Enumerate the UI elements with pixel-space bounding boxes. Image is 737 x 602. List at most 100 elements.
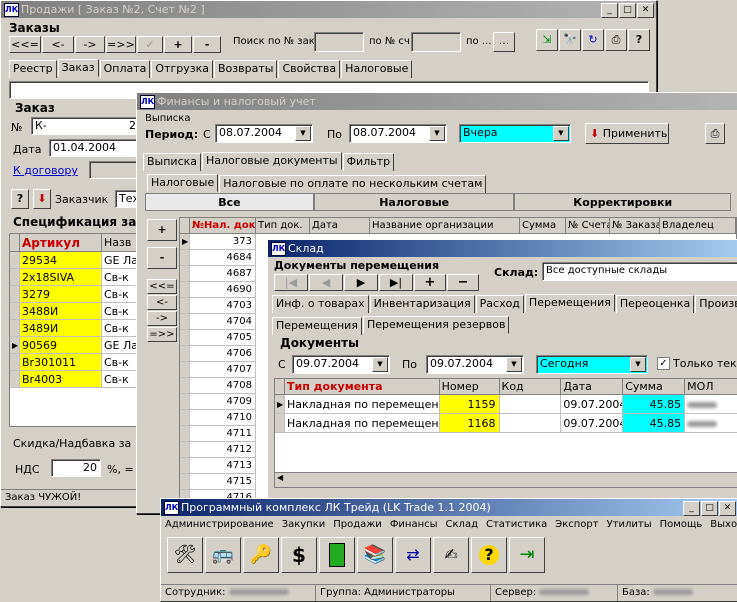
books-icon[interactable]: 📚 bbox=[357, 537, 393, 573]
finance-titlebar[interactable]: ЛК Финансы и налоговый учет bbox=[137, 93, 737, 110]
next-button[interactable]: -> bbox=[75, 36, 105, 53]
band-tax[interactable]: Налоговые bbox=[313, 193, 515, 211]
col-order-num[interactable]: № Заказа bbox=[610, 218, 660, 234]
search-invoice-input[interactable] bbox=[411, 32, 461, 52]
transfer-number-cell[interactable]: 1168 bbox=[439, 414, 500, 433]
spec-article-cell[interactable]: 2x18SIVA bbox=[20, 269, 102, 286]
fin-next-button[interactable]: -> bbox=[147, 311, 177, 326]
tax-doc-num-cell[interactable]: 4703 bbox=[190, 298, 256, 314]
band-all[interactable]: Все bbox=[145, 193, 314, 211]
period-preset-select[interactable]: Вчера ▼ bbox=[459, 124, 571, 143]
menu-item[interactable]: Финансы bbox=[390, 519, 438, 530]
col-number[interactable]: Номер bbox=[439, 379, 500, 395]
menu-item[interactable]: Закупки bbox=[282, 519, 326, 530]
transfer-row[interactable]: Накладная по перемещен 1168 09.07.2004 45.8… bbox=[275, 414, 737, 433]
menu-item[interactable]: Продажи bbox=[333, 519, 382, 530]
help-button[interactable]: ? bbox=[628, 29, 650, 51]
col-tax-doc-num[interactable]: №Нал. док. bbox=[190, 218, 256, 234]
tab-expense[interactable]: Расход bbox=[475, 295, 524, 313]
transfer-date-cell[interactable]: 09.07.2004 bbox=[561, 395, 624, 414]
contract-input[interactable] bbox=[89, 161, 141, 179]
help-icon[interactable]: ? bbox=[471, 537, 507, 573]
transfer-mol-cell[interactable] bbox=[685, 395, 737, 414]
spec-row[interactable]: ▶ 90569 GE Ла bbox=[10, 337, 146, 354]
subtab-transfers[interactable]: Перемещения bbox=[272, 317, 362, 335]
menu-item[interactable]: Склад bbox=[446, 519, 478, 530]
tax-doc-num-cell[interactable]: 373 bbox=[190, 234, 256, 250]
exchange-icon[interactable]: ⇄ bbox=[395, 537, 431, 573]
spec-article-cell[interactable]: 3488И bbox=[20, 303, 102, 320]
wh-first-button[interactable]: |◀ bbox=[274, 274, 308, 291]
print-icon[interactable]: ⎙ bbox=[705, 123, 725, 144]
wh-preset-select[interactable]: Сегодня ▼ bbox=[536, 355, 648, 374]
tab-returns[interactable]: Возвраты bbox=[214, 60, 278, 78]
transfer-code-cell[interactable] bbox=[499, 414, 562, 433]
spec-row[interactable]: Br4003 Св-к bbox=[10, 371, 146, 388]
spec-article-cell[interactable]: 90569 bbox=[20, 337, 102, 354]
tab-registry[interactable]: Реестр bbox=[9, 60, 57, 78]
first-button[interactable]: <<= bbox=[9, 36, 41, 53]
transfer-mol-cell[interactable] bbox=[685, 414, 737, 433]
spec-article-cell[interactable]: Br4003 bbox=[20, 371, 102, 388]
chevron-down-icon[interactable]: ▼ bbox=[506, 357, 522, 372]
transfer-code-cell[interactable] bbox=[499, 395, 562, 414]
refresh-icon[interactable]: ↻ bbox=[582, 29, 604, 51]
stamp-icon[interactable]: ✍ bbox=[433, 537, 469, 573]
tab-revaluation[interactable]: Переоценка bbox=[615, 295, 695, 313]
menu-item[interactable]: Помощь bbox=[660, 519, 703, 530]
exit-icon[interactable]: ⇥ bbox=[509, 537, 545, 573]
order-num-input[interactable]: К- 2 bbox=[31, 117, 141, 135]
subtab-tax-multi[interactable]: Налоговые по оплате по нескольким счетам bbox=[219, 175, 487, 193]
tab-production[interactable]: Производство bbox=[695, 295, 737, 313]
tab-filter[interactable]: Фильтр bbox=[342, 153, 395, 171]
subtab-tax[interactable]: Налоговые bbox=[147, 174, 219, 192]
sales-titlebar[interactable]: ЛК Продажи [ Заказ №2, Счет №2 ] _ □ ✕ bbox=[1, 1, 656, 18]
tax-doc-num-cell[interactable]: 4713 bbox=[190, 458, 256, 474]
col-doc-type[interactable]: Тип документа bbox=[284, 379, 440, 395]
col-mol[interactable]: МОЛ bbox=[685, 379, 737, 395]
col-date[interactable]: Дата bbox=[561, 379, 624, 395]
spec-row[interactable]: 2x18SIVA Св-к bbox=[10, 269, 146, 286]
tab-tax-docs[interactable]: Налоговые документы bbox=[202, 152, 342, 170]
tax-doc-num-cell[interactable]: 4711 bbox=[190, 426, 256, 442]
wh-delete-button[interactable]: − bbox=[447, 274, 479, 291]
menu-item[interactable]: Выход bbox=[710, 519, 737, 530]
col-org-name[interactable]: Название организации bbox=[370, 218, 520, 234]
minimize-button[interactable]: _ bbox=[683, 501, 700, 516]
maximize-button[interactable]: □ bbox=[701, 501, 718, 516]
transfer-number-cell[interactable]: 1159 bbox=[439, 395, 500, 414]
tab-transfers[interactable]: Перемещения bbox=[524, 294, 615, 312]
tax-doc-num-cell[interactable]: 4684 bbox=[190, 250, 256, 266]
scroll-left-icon[interactable]: ◀ bbox=[277, 473, 283, 482]
spec-row[interactable]: 3489И Св-к bbox=[10, 320, 146, 337]
tab-goods-info[interactable]: Инф. о товарах bbox=[272, 295, 369, 313]
tax-doc-num-cell[interactable]: 4706 bbox=[190, 346, 256, 362]
chevron-down-icon[interactable]: ▼ bbox=[429, 126, 445, 141]
apply-button[interactable]: ⬇ Применить bbox=[585, 123, 669, 144]
wh-prev-button[interactable]: ◀ bbox=[309, 274, 343, 291]
col-doc-type[interactable]: Тип док. bbox=[256, 218, 310, 234]
prev-button[interactable]: <- bbox=[42, 36, 74, 53]
transfer-type-cell[interactable]: Накладная по перемещен bbox=[284, 414, 440, 433]
col-owner[interactable]: Владелец bbox=[660, 218, 736, 234]
spec-article-cell[interactable]: Br301011 bbox=[20, 354, 102, 371]
minimize-button[interactable]: _ bbox=[601, 3, 618, 18]
warehouse-select[interactable]: Все доступные склады bbox=[542, 262, 737, 281]
only-current-checkbox[interactable]: ✓ bbox=[657, 357, 670, 370]
spec-article-cell[interactable]: 3489И bbox=[20, 320, 102, 337]
add-order-button[interactable]: + bbox=[164, 36, 192, 53]
main-titlebar[interactable]: ЛК Программный комплекс ЛК Трейд (LK Tra… bbox=[161, 499, 737, 516]
chevron-down-icon[interactable]: ▼ bbox=[372, 357, 388, 372]
tab-inventory[interactable]: Инвентаризация bbox=[369, 295, 475, 313]
spec-header-article[interactable]: Артикул bbox=[20, 234, 102, 252]
client-help-button[interactable]: ? bbox=[11, 189, 29, 209]
menu-item[interactable]: Администрирование bbox=[165, 519, 274, 530]
spec-row[interactable]: 3488И Св-к bbox=[10, 303, 146, 320]
transfer-row[interactable]: ▶ Накладная по перемещен 1159 09.07.2004 45.… bbox=[275, 395, 737, 414]
tax-doc-num-cell[interactable]: 4704 bbox=[190, 314, 256, 330]
keys-icon[interactable]: 🔑 bbox=[243, 537, 279, 573]
menu-item[interactable]: Утилиты bbox=[607, 519, 652, 530]
subtab-reserve-transfers[interactable]: Перемещения резервов bbox=[362, 316, 510, 334]
tax-doc-num-cell[interactable]: 4687 bbox=[190, 266, 256, 282]
wh-to-input[interactable]: 09.07.2004 ▼ bbox=[426, 355, 524, 374]
